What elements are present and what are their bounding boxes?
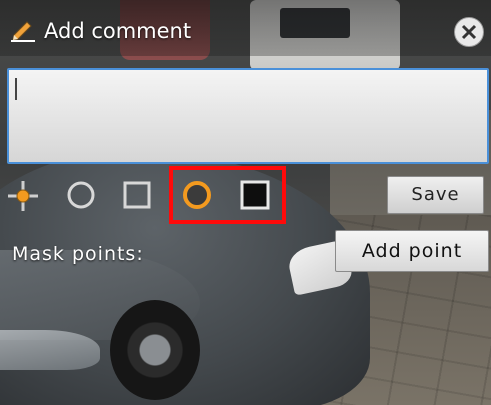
- square-filled-icon[interactable]: [239, 179, 271, 211]
- mask-points-label: Mask points:: [12, 243, 144, 265]
- comment-input[interactable]: [7, 68, 489, 164]
- text-caret: [15, 78, 17, 100]
- circle-filled-icon[interactable]: [181, 179, 213, 211]
- add-point-button[interactable]: Add point: [335, 230, 489, 272]
- dialog-titlebar: Add comment: [0, 0, 491, 56]
- dialog-title: Add comment: [44, 19, 192, 43]
- close-button[interactable]: [454, 17, 484, 47]
- pencil-icon: [10, 20, 36, 42]
- crosshair-icon[interactable]: [6, 179, 40, 213]
- car-wheel: [110, 300, 200, 400]
- close-icon: [461, 24, 477, 40]
- car-headlight: [0, 330, 100, 370]
- circle-outline-icon[interactable]: [66, 180, 96, 210]
- square-outline-icon[interactable]: [122, 180, 152, 210]
- save-button[interactable]: Save: [387, 176, 484, 214]
